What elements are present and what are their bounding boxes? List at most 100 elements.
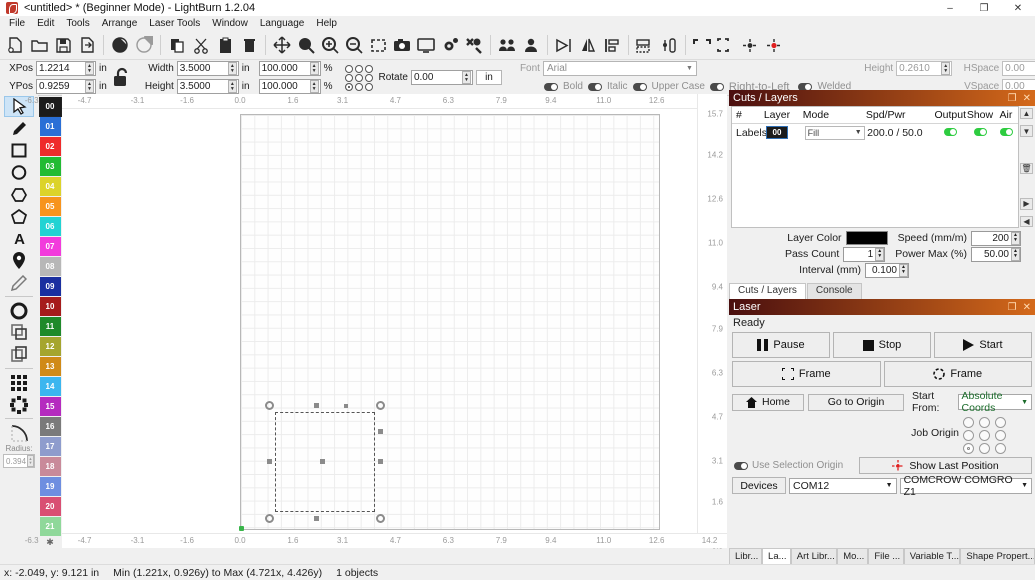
right-arrow-icon[interactable]: ▶ bbox=[1020, 198, 1033, 210]
row-air-toggle[interactable] bbox=[994, 127, 1018, 139]
palette-swatch-00[interactable]: 00 bbox=[38, 97, 62, 117]
stop-button[interactable]: Stop bbox=[833, 332, 931, 358]
anchor-cell[interactable] bbox=[354, 64, 363, 73]
ellipse-tool[interactable] bbox=[4, 162, 34, 183]
settings-gear-icon[interactable] bbox=[438, 33, 462, 57]
anchor-cell[interactable] bbox=[364, 64, 373, 73]
start-button[interactable]: Start bbox=[934, 332, 1032, 358]
move-layer-up-icon[interactable]: ▲ bbox=[1020, 108, 1033, 120]
interval-input[interactable]: 0.100 ▲ ▼ bbox=[865, 262, 909, 278]
zoom-in-icon[interactable] bbox=[318, 33, 342, 57]
port-select[interactable]: COM12 ▼ bbox=[789, 477, 897, 494]
bracket-right-icon[interactable] bbox=[714, 33, 738, 57]
maximize-button[interactable]: ❐ bbox=[967, 0, 1001, 16]
frame-square-button[interactable]: Frame bbox=[732, 361, 881, 387]
width-stepper[interactable]: ▲ ▼ bbox=[227, 62, 237, 75]
hspace-input[interactable]: 0.00 ▲▼ bbox=[1002, 61, 1035, 76]
rotate-handle-top-left[interactable] bbox=[265, 401, 274, 410]
anchor-cell-selected[interactable] bbox=[344, 82, 353, 91]
tab-shape-properties[interactable]: Shape Propert... bbox=[960, 548, 1035, 564]
resize-handle-top-right-small[interactable] bbox=[344, 404, 348, 408]
palette-swatch-01[interactable]: 01 bbox=[39, 117, 61, 136]
overlapping-squares-icon[interactable] bbox=[4, 322, 34, 343]
new-file-icon[interactable] bbox=[3, 33, 27, 57]
tab-file[interactable]: File ... bbox=[868, 548, 904, 564]
resize-handle-right[interactable] bbox=[378, 459, 383, 464]
palette-swatch-09[interactable]: 09 bbox=[39, 277, 61, 296]
text-height-stepper[interactable]: ▲ ▼ bbox=[941, 62, 951, 75]
xpos-stepper[interactable]: ▲ ▼ bbox=[85, 62, 94, 75]
palette-swatch-10[interactable]: 10 bbox=[39, 297, 61, 316]
rotate-input[interactable]: 0.00 ▲ ▼ bbox=[410, 70, 473, 85]
close-panel-icon[interactable]: ✕ bbox=[1023, 302, 1031, 313]
palette-swatch-16[interactable]: 16 bbox=[39, 417, 61, 436]
palette-swatch-03[interactable]: 03 bbox=[39, 157, 61, 176]
palette-swatch-08[interactable]: 08 bbox=[39, 257, 61, 276]
draw-tool[interactable] bbox=[4, 118, 34, 139]
ypos-stepper[interactable]: ▲ ▼ bbox=[85, 80, 94, 93]
row-output-toggle[interactable] bbox=[935, 127, 966, 139]
row-spd-pwr[interactable]: 200.0 / 50.0 bbox=[867, 127, 935, 139]
anchor-cell[interactable] bbox=[344, 64, 353, 73]
copy-squares-icon[interactable] bbox=[4, 344, 34, 365]
node-edit-icon[interactable] bbox=[657, 33, 681, 57]
offset-o-icon[interactable] bbox=[4, 300, 34, 321]
rotate-stepper[interactable]: ▲ ▼ bbox=[461, 71, 471, 84]
tab-move[interactable]: Mo... bbox=[837, 548, 869, 564]
center-handle[interactable] bbox=[320, 459, 325, 464]
go-to-origin-button[interactable]: Go to Origin bbox=[808, 393, 904, 411]
power-max-stepper[interactable]: ▲ ▼ bbox=[1011, 247, 1020, 261]
flip-vertical-icon[interactable] bbox=[576, 33, 600, 57]
job-origin-cell[interactable] bbox=[963, 417, 974, 428]
width-scale-input[interactable]: 100.000 ▲ ▼ bbox=[258, 61, 321, 76]
tab-laser[interactable]: La... bbox=[762, 548, 791, 564]
tab-variable-text[interactable]: Variable T... bbox=[903, 548, 961, 564]
power-max-input[interactable]: 50.00 ▲ ▼ bbox=[971, 246, 1021, 262]
anchor-cell[interactable] bbox=[364, 73, 373, 82]
closed-polygon-tool[interactable] bbox=[4, 206, 34, 227]
palette-swatch-21[interactable]: 21 bbox=[39, 517, 61, 536]
palette-swatch-07[interactable]: 07 bbox=[39, 237, 61, 256]
job-origin-cell[interactable] bbox=[995, 417, 1006, 428]
row-show-toggle[interactable] bbox=[967, 127, 995, 139]
vertical-ruler-right[interactable]: 15.714.212.611.09.47.96.34.73.11.60.0 bbox=[697, 94, 727, 551]
menu-item-language[interactable]: Language bbox=[254, 17, 311, 30]
save-file-icon[interactable] bbox=[51, 33, 75, 57]
frame-round-button[interactable]: Frame bbox=[883, 361, 1032, 387]
tab-cuts-layers[interactable]: Cuts / Layers bbox=[729, 283, 806, 299]
float-panel-icon[interactable]: ❐ bbox=[1008, 93, 1017, 104]
rectangle-tool[interactable] bbox=[4, 140, 34, 161]
right-to-left-toggle[interactable] bbox=[709, 82, 724, 91]
palette-swatch-06[interactable]: 06 bbox=[39, 217, 61, 236]
home-button[interactable]: Home bbox=[732, 393, 804, 411]
palette-swatch-15[interactable]: 15 bbox=[39, 397, 61, 416]
palette-swatch-19[interactable]: 19 bbox=[39, 477, 61, 496]
undo-icon[interactable] bbox=[108, 33, 132, 57]
copy-icon[interactable] bbox=[165, 33, 189, 57]
xpos-input[interactable]: 1.2214 ▲ ▼ bbox=[36, 61, 96, 76]
italic-toggle[interactable] bbox=[587, 82, 602, 91]
device-settings-icon[interactable] bbox=[462, 33, 486, 57]
zoom-selection-icon[interactable] bbox=[366, 33, 390, 57]
ypos-input[interactable]: 0.9259 ▲ ▼ bbox=[36, 79, 96, 94]
close-panel-icon[interactable]: ✕ bbox=[1023, 93, 1031, 104]
palette-swatch-02[interactable]: 02 bbox=[39, 137, 61, 156]
text-tool[interactable]: A bbox=[4, 228, 34, 249]
ruler-pencil-icon[interactable] bbox=[4, 272, 34, 293]
cuts-layers-table[interactable]: # Layer Mode Spd/Pwr Output Show Air Lab… bbox=[731, 106, 1033, 228]
move-layer-down-icon[interactable]: ▼ bbox=[1020, 125, 1033, 137]
selected-rectangle[interactable] bbox=[275, 412, 375, 512]
preview-icon[interactable] bbox=[414, 33, 438, 57]
menu-item-edit[interactable]: Edit bbox=[31, 17, 60, 30]
pass-count-stepper[interactable]: ▲ ▼ bbox=[875, 247, 885, 261]
menu-item-tools[interactable]: Tools bbox=[60, 17, 95, 30]
horizontal-ruler-bottom[interactable]: -6.3 -4.7 -3.1 -1.6 0.0 1.6 3.1 4.7 6.3 7.9 9.4 11.… bbox=[25, 533, 820, 548]
palette-swatch-18[interactable]: 18 bbox=[39, 457, 61, 476]
start-from-select[interactable]: Absolute Coords ▼ bbox=[957, 390, 1032, 414]
radius-stepper[interactable]: ▲ ▼ bbox=[27, 455, 34, 467]
resize-handle-bottom[interactable] bbox=[314, 516, 319, 521]
flip-horizontal-icon[interactable] bbox=[552, 33, 576, 57]
palette-swatch-04[interactable]: 04 bbox=[39, 177, 61, 196]
bold-toggle[interactable] bbox=[543, 82, 558, 91]
grid-dots-icon[interactable] bbox=[4, 372, 34, 393]
